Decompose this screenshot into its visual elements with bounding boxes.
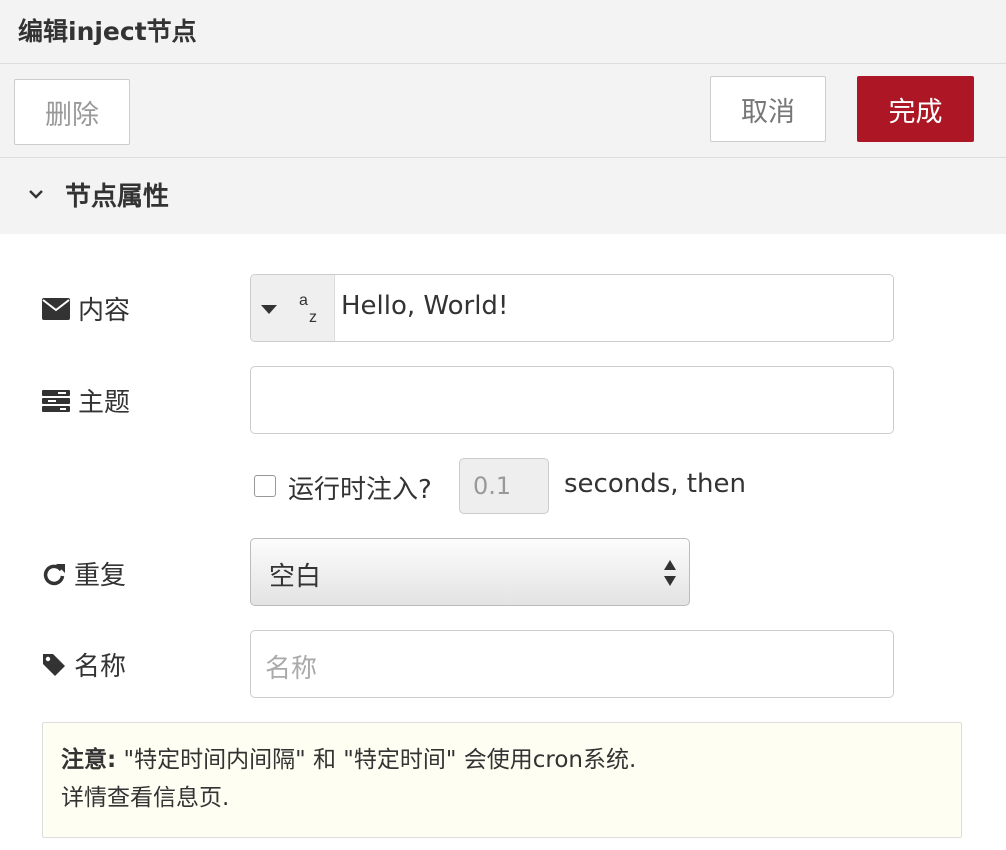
repeat-label: 重复 <box>74 561 127 591</box>
name-placeholder: 名称 <box>265 654 318 684</box>
once-delay-suffix: seconds, then <box>564 469 746 499</box>
payload-label: 内容 <box>78 296 131 326</box>
form-tip: 注意: "特定时间内间隔" 和 "特定时间" 会使用cron系统. 详情查看信息… <box>42 722 962 838</box>
section-title: 节点属性 <box>65 182 170 212</box>
tip-text-1: "特定时间内间隔" 和 "特定时间" 会使用cron系统. <box>116 747 637 773</box>
cancel-button[interactable]: 取消 <box>710 76 826 142</box>
tip-line-2: 详情查看信息页. <box>61 785 230 811</box>
topic-label: 主题 <box>78 388 131 418</box>
inject-once-checkbox[interactable] <box>254 475 276 497</box>
done-button[interactable]: 完成 <box>857 76 974 142</box>
svg-text:a: a <box>299 292 308 309</box>
payload-type-selector[interactable]: a z <box>251 275 335 341</box>
name-label: 名称 <box>74 652 127 682</box>
tasks-icon <box>42 389 70 412</box>
tray-toolbar: 删除 取消 完成 <box>0 64 1006 158</box>
repeat-select[interactable]: 空白 <box>250 538 690 606</box>
caret-down-icon <box>261 305 277 314</box>
tray-title: 编辑inject节点 <box>18 17 197 46</box>
payload-typed-input[interactable]: a z Hello, World! <box>250 274 894 342</box>
az-string-icon: a z <box>299 292 317 326</box>
topic-label-group: 主题 <box>42 382 130 419</box>
once-delay-input: 0.1 <box>459 458 549 514</box>
chevron-down-icon <box>29 190 43 199</box>
inject-once-label: 运行时注入? <box>288 475 432 505</box>
tip-line-1: 注意: "特定时间内间隔" 和 "特定时间" 会使用cron系统. <box>61 741 961 779</box>
tip-bold: 注意: <box>61 747 117 773</box>
tray-header: 编辑inject节点 <box>0 0 1006 64</box>
delete-button[interactable]: 删除 <box>14 79 130 145</box>
node-properties-section-header[interactable]: 节点属性 <box>0 158 1006 234</box>
name-label-group: 名称 <box>42 646 126 683</box>
svg-text:z: z <box>309 309 317 326</box>
repeat-label-group: 重复 <box>42 555 126 592</box>
payload-label-group: 内容 <box>42 290 130 327</box>
select-arrows-icon <box>664 560 676 586</box>
tag-icon <box>42 653 66 677</box>
name-input[interactable]: 名称 <box>250 630 894 698</box>
repeat-selected-value: 空白 <box>269 562 322 592</box>
repeat-icon <box>42 562 66 586</box>
envelope-icon <box>42 297 70 320</box>
payload-value: Hello, World! <box>341 291 509 321</box>
topic-input[interactable] <box>250 366 894 434</box>
